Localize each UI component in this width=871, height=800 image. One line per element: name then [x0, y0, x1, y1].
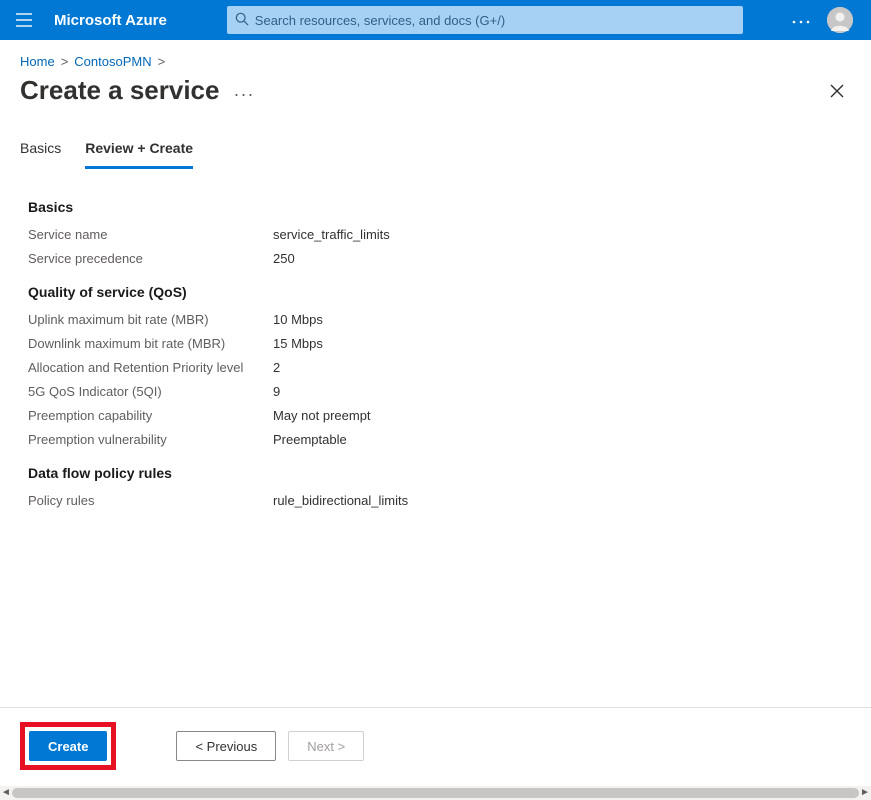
row-preemption-capability: Preemption capability May not preempt [28, 408, 851, 423]
breadcrumb-home[interactable]: Home [20, 54, 55, 69]
previous-button[interactable]: < Previous [176, 731, 276, 761]
title-row: Create a service ··· [0, 73, 871, 116]
value: May not preempt [273, 408, 371, 423]
create-highlight-box: Create [20, 722, 116, 770]
brand-label: Microsoft Azure [54, 12, 167, 29]
row-service-name: Service name service_traffic_limits [28, 227, 851, 242]
value: 10 Mbps [273, 312, 323, 327]
title-more-icon[interactable]: ··· [233, 84, 254, 105]
label: Preemption capability [28, 408, 273, 423]
search-input[interactable] [249, 12, 735, 29]
label: Service name [28, 227, 273, 242]
value: 9 [273, 384, 280, 399]
value: rule_bidirectional_limits [273, 493, 408, 508]
scroll-right-icon[interactable]: ► [860, 787, 870, 798]
page-title: Create a service [20, 75, 219, 106]
label: Allocation and Retention Priority level [28, 360, 273, 375]
chevron-right-icon: > [61, 54, 69, 69]
label: Service precedence [28, 251, 273, 266]
row-downlink-mbr: Downlink maximum bit rate (MBR) 15 Mbps [28, 336, 851, 351]
tab-basics[interactable]: Basics [20, 140, 61, 169]
scrollbar-thumb[interactable] [12, 788, 859, 798]
azure-header: Microsoft Azure [0, 0, 871, 40]
chevron-right-icon: > [158, 54, 166, 69]
more-actions-icon[interactable] [791, 13, 811, 28]
row-service-precedence: Service precedence 250 [28, 251, 851, 266]
value: 2 [273, 360, 280, 375]
horizontal-scrollbar[interactable]: ◄ ► [0, 786, 871, 800]
row-policy-rules: Policy rules rule_bidirectional_limits [28, 493, 851, 508]
scroll-left-icon[interactable]: ◄ [1, 787, 11, 798]
tab-review-create[interactable]: Review + Create [85, 140, 193, 169]
wizard-footer: Create < Previous Next > [0, 708, 871, 786]
label: 5G QoS Indicator (5QI) [28, 384, 273, 399]
review-content: Basics Service name service_traffic_limi… [0, 169, 871, 707]
user-avatar-icon[interactable] [827, 7, 853, 33]
row-uplink-mbr: Uplink maximum bit rate (MBR) 10 Mbps [28, 312, 851, 327]
label: Uplink maximum bit rate (MBR) [28, 312, 273, 327]
value: 15 Mbps [273, 336, 323, 351]
global-search[interactable] [227, 6, 743, 34]
value: service_traffic_limits [273, 227, 390, 242]
value: Preemptable [273, 432, 347, 447]
create-button[interactable]: Create [29, 731, 107, 761]
value: 250 [273, 251, 295, 266]
section-title-qos: Quality of service (QoS) [28, 284, 851, 300]
hamburger-menu-icon[interactable] [8, 4, 40, 36]
close-icon[interactable] [823, 77, 851, 105]
row-preemption-vulnerability: Preemption vulnerability Preemptable [28, 432, 851, 447]
tab-strip: Basics Review + Create [0, 116, 871, 169]
label: Downlink maximum bit rate (MBR) [28, 336, 273, 351]
label: Policy rules [28, 493, 273, 508]
section-title-basics: Basics [28, 199, 851, 215]
breadcrumb-resource[interactable]: ContosoPMN [74, 54, 151, 69]
search-icon [235, 12, 249, 29]
row-arp-level: Allocation and Retention Priority level … [28, 360, 851, 375]
label: Preemption vulnerability [28, 432, 273, 447]
breadcrumb: Home > ContosoPMN > [0, 40, 871, 73]
next-button: Next > [288, 731, 364, 761]
section-title-policy: Data flow policy rules [28, 465, 851, 481]
row-5qi: 5G QoS Indicator (5QI) 9 [28, 384, 851, 399]
